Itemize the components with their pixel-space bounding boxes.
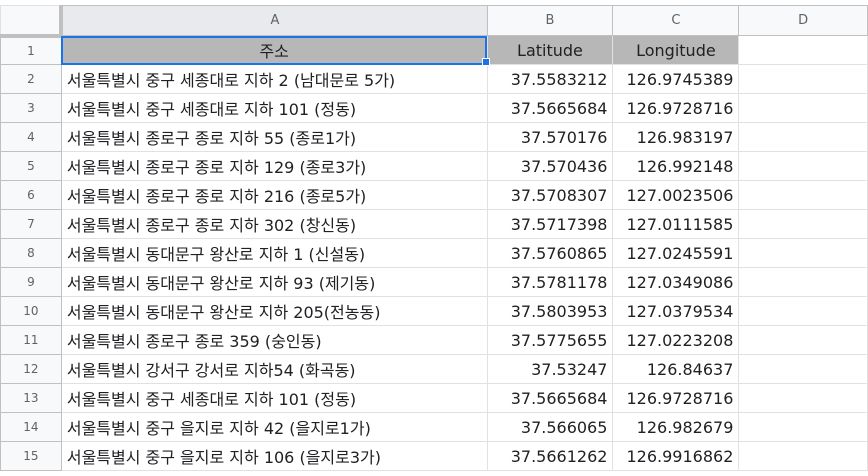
row-header[interactable]: 5 (0, 151, 62, 181)
table-row: 13 서울특별시 중구 세종대로 지하 101 (정동) 37.5665684 126… (0, 383, 868, 413)
longitude-cell[interactable]: 127.0379534 (612, 296, 740, 326)
address-cell[interactable]: 서울특별시 중구 세종대로 지하 2 (남대문로 5가) (60, 64, 488, 94)
empty-cell[interactable] (738, 383, 868, 413)
latitude-cell[interactable]: 37.5760865 (486, 238, 614, 268)
latitude-cell[interactable]: 37.5661262 (486, 441, 614, 471)
longitude-cell[interactable]: 127.0245591 (612, 238, 740, 268)
empty-cell[interactable] (738, 93, 868, 123)
address-cell[interactable]: 서울특별시 종로구 종로 지하 55 (종로1가) (60, 122, 488, 152)
latitude-cell[interactable]: 37.5775655 (486, 325, 614, 355)
table-row: 6 서울특별시 종로구 종로 지하 216 (종로5가) 37.5708307 127… (0, 180, 868, 210)
table-row: 7 서울특별시 종로구 종로 지하 302 (창신동) 37.5717398 127.… (0, 209, 868, 239)
table-row: 10 서울특별시 동대문구 왕산로 지하 205(전농동) 37.5803953 12… (0, 296, 868, 326)
longitude-cell[interactable]: 126.983197 (612, 122, 740, 152)
empty-cell[interactable] (738, 180, 868, 210)
address-cell[interactable]: 서울특별시 강서구 강서로 지하54 (화곡동) (60, 354, 488, 384)
column-header-b[interactable]: B (486, 5, 614, 36)
fill-handle[interactable] (482, 58, 490, 66)
longitude-cell[interactable]: 126.9916862 (612, 441, 740, 471)
cell-c1-longitude-header[interactable]: Longitude (612, 35, 740, 65)
row-header[interactable]: 11 (0, 325, 62, 355)
row-header[interactable]: 7 (0, 209, 62, 239)
spreadsheet: A B C D 1 주소 Latitude Longitude 2 서울특별시 중… (0, 0, 868, 476)
latitude-cell[interactable]: 37.5717398 (486, 209, 614, 239)
row-header[interactable]: 1 (0, 35, 62, 65)
latitude-cell[interactable]: 37.5803953 (486, 296, 614, 326)
row-header[interactable]: 3 (0, 93, 62, 123)
row-header[interactable]: 10 (0, 296, 62, 326)
sheet-grid: A B C D 1 주소 Latitude Longitude 2 서울특별시 중… (0, 5, 868, 471)
row-header[interactable]: 9 (0, 267, 62, 297)
table-row: 2 서울특별시 중구 세종대로 지하 2 (남대문로 5가) 37.5583212 1… (0, 64, 868, 94)
empty-cell[interactable] (738, 354, 868, 384)
empty-cell[interactable] (738, 412, 868, 442)
longitude-cell[interactable]: 126.84637 (612, 354, 740, 384)
address-cell[interactable]: 서울특별시 중구 을지로 지하 42 (을지로1가) (60, 412, 488, 442)
empty-cell[interactable] (738, 151, 868, 181)
row-header[interactable]: 4 (0, 122, 62, 152)
empty-cell[interactable] (738, 441, 868, 471)
latitude-cell[interactable]: 37.5665684 (486, 93, 614, 123)
address-cell[interactable]: 서울특별시 종로구 종로 지하 129 (종로3가) (60, 151, 488, 181)
longitude-cell[interactable]: 126.9728716 (612, 93, 740, 123)
row-header[interactable]: 13 (0, 383, 62, 413)
latitude-cell[interactable]: 37.566065 (486, 412, 614, 442)
column-header-d[interactable]: D (738, 5, 868, 36)
table-row: 12 서울특별시 강서구 강서로 지하54 (화곡동) 37.53247 126.84… (0, 354, 868, 384)
table-row: 3 서울특별시 중구 세종대로 지하 101 (정동) 37.5665684 126.… (0, 93, 868, 123)
table-row: 8 서울특별시 동대문구 왕산로 지하 1 (신설동) 37.5760865 127.… (0, 238, 868, 268)
row-header[interactable]: 15 (0, 441, 62, 471)
select-all-corner[interactable] (0, 5, 64, 38)
latitude-cell[interactable]: 37.5583212 (486, 64, 614, 94)
empty-cell[interactable] (738, 209, 868, 239)
cell-b1-latitude-header[interactable]: Latitude (486, 35, 614, 65)
row-header[interactable]: 12 (0, 354, 62, 384)
empty-cell[interactable] (738, 296, 868, 326)
table-row: 5 서울특별시 종로구 종로 지하 129 (종로3가) 37.570436 126.… (0, 151, 868, 181)
latitude-cell[interactable]: 37.53247 (486, 354, 614, 384)
address-cell[interactable]: 서울특별시 동대문구 왕산로 지하 1 (신설동) (60, 238, 488, 268)
longitude-cell[interactable]: 126.9728716 (612, 383, 740, 413)
latitude-cell[interactable]: 37.5708307 (486, 180, 614, 210)
row-header[interactable]: 2 (0, 64, 62, 94)
empty-cell[interactable] (738, 238, 868, 268)
empty-cell[interactable] (738, 325, 868, 355)
address-cell[interactable]: 서울특별시 중구 세종대로 지하 101 (정동) (60, 383, 488, 413)
column-header-a[interactable]: A (60, 5, 488, 36)
row-header[interactable]: 6 (0, 180, 62, 210)
latitude-cell[interactable]: 37.5665684 (486, 383, 614, 413)
latitude-cell[interactable]: 37.570436 (486, 151, 614, 181)
table-row: 4 서울특별시 종로구 종로 지하 55 (종로1가) 37.570176 126.9… (0, 122, 868, 152)
table-row: 14 서울특별시 중구 을지로 지하 42 (을지로1가) 37.566065 126… (0, 412, 868, 442)
table-row: 9 서울특별시 동대문구 왕산로 지하 93 (제기동) 37.5781178 127… (0, 267, 868, 297)
address-cell[interactable]: 서울특별시 종로구 종로 지하 216 (종로5가) (60, 180, 488, 210)
cell-d1[interactable] (738, 35, 868, 65)
table-row: 15 서울특별시 중구 을지로 지하 106 (을지로3가) 37.5661262 1… (0, 441, 868, 471)
address-cell[interactable]: 서울특별시 종로구 종로 359 (숭인동) (60, 325, 488, 355)
longitude-cell[interactable]: 126.9745389 (612, 64, 740, 94)
address-cell[interactable]: 서울특별시 종로구 종로 지하 302 (창신동) (60, 209, 488, 239)
latitude-cell[interactable]: 37.570176 (486, 122, 614, 152)
row-header[interactable]: 14 (0, 412, 62, 442)
row-header[interactable]: 8 (0, 238, 62, 268)
empty-cell[interactable] (738, 267, 868, 297)
cell-a1-address-header[interactable]: 주소 (60, 35, 488, 65)
longitude-cell[interactable]: 126.992148 (612, 151, 740, 181)
longitude-cell[interactable]: 126.982679 (612, 412, 740, 442)
address-cell[interactable]: 서울특별시 중구 세종대로 지하 101 (정동) (60, 93, 488, 123)
empty-cell[interactable] (738, 64, 868, 94)
longitude-cell[interactable]: 127.0111585 (612, 209, 740, 239)
address-cell[interactable]: 서울특별시 동대문구 왕산로 지하 205(전농동) (60, 296, 488, 326)
address-cell[interactable]: 서울특별시 동대문구 왕산로 지하 93 (제기동) (60, 267, 488, 297)
latitude-cell[interactable]: 37.5781178 (486, 267, 614, 297)
table-row: 11 서울특별시 종로구 종로 359 (숭인동) 37.5775655 127.02… (0, 325, 868, 355)
column-header-c[interactable]: C (612, 5, 740, 36)
longitude-cell[interactable]: 127.0223208 (612, 325, 740, 355)
longitude-cell[interactable]: 127.0023506 (612, 180, 740, 210)
longitude-cell[interactable]: 127.0349086 (612, 267, 740, 297)
address-cell[interactable]: 서울특별시 중구 을지로 지하 106 (을지로3가) (60, 441, 488, 471)
empty-cell[interactable] (738, 122, 868, 152)
